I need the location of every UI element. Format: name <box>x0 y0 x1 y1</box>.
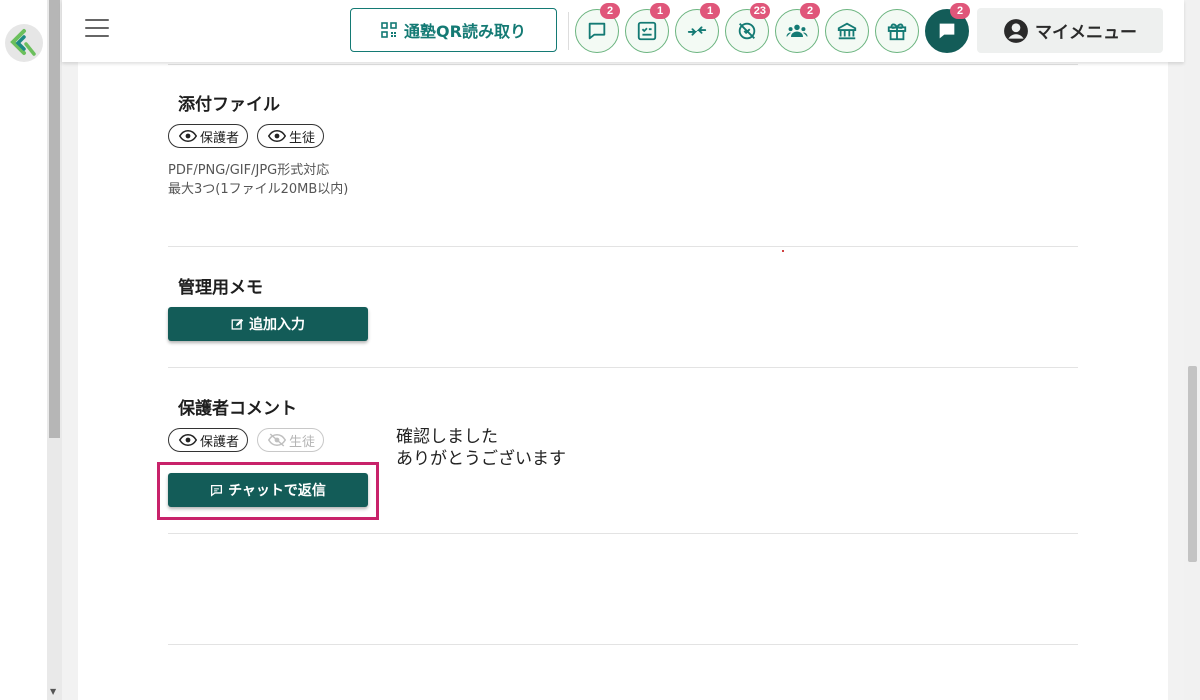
pill-label: 保護者 <box>200 130 240 146</box>
school-building-icon <box>837 22 857 40</box>
comment-line: 確認しました <box>396 427 498 447</box>
reply-in-chat-label: チャットで返信 <box>228 483 326 499</box>
scroll-down-arrow-icon[interactable]: ▼ <box>50 687 56 696</box>
people-group-icon <box>786 24 808 37</box>
guardian-visible-pill[interactable]: 保護者 <box>168 428 249 452</box>
add-input-button[interactable]: 追加入力 <box>168 307 368 341</box>
admin-memo-title: 管理用メモ <box>178 278 263 298</box>
student-visible-pill[interactable]: 生徒 <box>257 124 325 148</box>
eye-off-icon <box>268 433 286 447</box>
qr-code-icon <box>381 22 397 38</box>
section-divider <box>168 367 1078 368</box>
checklist-badge: 1 <box>650 3 670 19</box>
eye-icon <box>179 434 197 446</box>
no-check-icon <box>738 22 756 40</box>
message-button[interactable]: 2 <box>925 3 970 53</box>
chat-badge: 2 <box>600 3 620 19</box>
pill-label: 生徒 <box>289 434 316 450</box>
guardian-comment-title: 保護者コメント <box>178 399 297 419</box>
qr-scan-label: 通塾QR読み取り <box>404 22 526 41</box>
attachments-title: 添付ファイル <box>178 95 280 115</box>
transfer-button[interactable]: 1 <box>675 3 720 53</box>
section-divider <box>168 246 1078 247</box>
gift-icon <box>887 23 907 41</box>
absence-button[interactable]: 23 <box>725 3 770 53</box>
reply-in-chat-button[interactable]: チャットで返信 <box>168 473 368 507</box>
right-scrollbar-thumb[interactable] <box>1188 366 1197 562</box>
edit-icon <box>231 318 244 330</box>
hamburger-menu-icon[interactable] <box>85 19 109 39</box>
left-scrollbar-thumb[interactable] <box>49 0 60 438</box>
student-hidden-pill[interactable]: 生徒 <box>257 428 325 452</box>
stray-dot <box>782 250 784 252</box>
add-input-label: 追加入力 <box>249 317 305 333</box>
people-button[interactable]: 2 <box>775 3 820 53</box>
pill-label: 保護者 <box>200 434 240 450</box>
app-logo[interactable] <box>5 24 43 62</box>
chat-bubble-icon <box>588 22 606 40</box>
file-format-note: PDF/PNG/GIF/JPG形式対応 <box>168 163 330 178</box>
school-button[interactable] <box>825 9 869 53</box>
header-separator <box>568 12 569 50</box>
guardian-visible-pill[interactable]: 保護者 <box>168 124 249 148</box>
my-menu-button[interactable]: マイメニュー <box>977 8 1163 53</box>
people-badge: 2 <box>800 3 820 19</box>
right-scrollbar[interactable] <box>1184 0 1200 700</box>
account-circle-icon <box>1004 18 1028 43</box>
file-size-note: 最大3つ(1ファイル20MB以内) <box>168 182 349 197</box>
compress-arrows-icon <box>687 26 707 36</box>
chat-icon <box>211 484 223 497</box>
comment-line: ありがとうございます <box>396 449 566 469</box>
message-badge: 2 <box>950 3 970 19</box>
logo-mark-icon <box>10 29 36 56</box>
eye-icon <box>179 130 197 142</box>
checklist-button[interactable]: 1 <box>625 3 670 53</box>
my-menu-label: マイメニュー <box>1035 23 1137 43</box>
section-divider <box>168 644 1078 645</box>
absence-badge: 23 <box>749 3 770 19</box>
section-divider <box>168 64 1078 65</box>
guardian-comment-text: 確認しました ありがとうございます <box>396 426 566 470</box>
gift-button[interactable] <box>875 9 919 53</box>
chat-button[interactable]: 2 <box>575 3 620 53</box>
transfer-badge: 1 <box>700 3 720 19</box>
qr-scan-button[interactable]: 通塾QR読み取り <box>350 8 557 52</box>
side-rail <box>0 0 47 700</box>
eye-icon <box>268 130 286 142</box>
message-bubble-icon <box>939 23 955 39</box>
left-scrollbar[interactable]: ▼ <box>47 0 62 700</box>
pill-label: 生徒 <box>289 130 316 146</box>
checklist-icon <box>637 21 657 41</box>
top-header: 通塾QR読み取り 2 1 1 23 2 2 マイメニュー <box>62 0 1184 62</box>
section-divider <box>168 533 1078 534</box>
